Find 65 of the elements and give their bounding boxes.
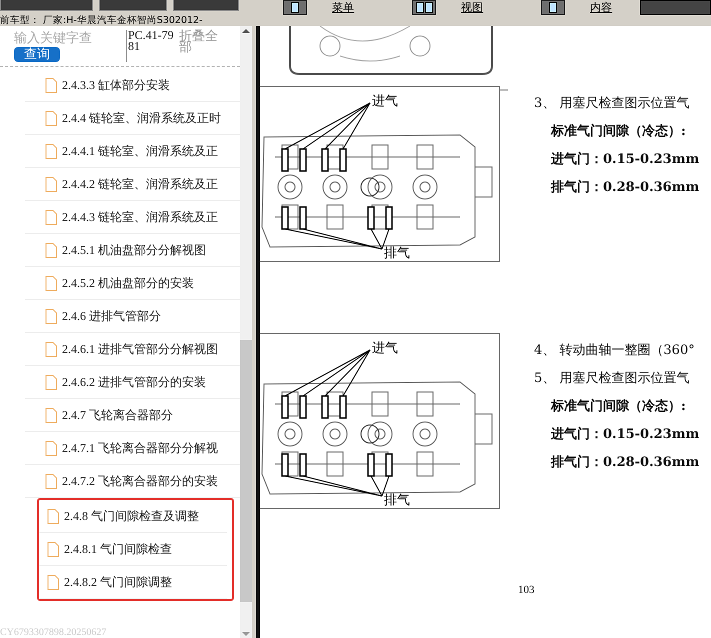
document-icon: [45, 210, 57, 224]
document-icon: [45, 242, 57, 258]
item-label: 2.4.3.3 缸体部分安装: [62, 76, 170, 94]
spec-text: 标准气门间隙（冷态）:: [550, 122, 687, 141]
document-icon: [45, 276, 57, 290]
item-label: 2.4.6 进排气管部分: [62, 308, 161, 324]
document-icon: [45, 408, 57, 422]
document-icon: [45, 176, 57, 192]
item-label: 2.4.8.2 气门间隙调整: [64, 574, 172, 590]
toolbar-button[interactable]: 内容: [590, 0, 640, 15]
document-icon: [45, 440, 57, 456]
window-icon[interactable]: [541, 0, 566, 15]
scroll-thumb[interactable]: [240, 340, 252, 602]
document-icon: [45, 374, 57, 390]
exhaust-label: 排气: [384, 246, 410, 261]
toolbar-button[interactable]: 视图: [461, 0, 512, 15]
split-view-icon[interactable]: [412, 0, 436, 15]
item-label: 2.4.4.1 链轮室、润滑系统及正: [62, 142, 218, 160]
document-icon: [47, 508, 59, 524]
document-icon: [47, 542, 59, 556]
spec-text: 进气门：0.15-0.23mm: [550, 426, 700, 444]
scroll-down-icon[interactable]: [241, 629, 251, 638]
document-icon: [47, 574, 59, 590]
item-label: 2.4.5.2 机油盘部分的安装: [62, 274, 194, 292]
item-label: 2.4.7 飞轮离合器部分: [62, 406, 173, 424]
spec-text: 排气门：0.28-0.36mm: [550, 178, 700, 197]
document-icon: [45, 474, 57, 488]
document-icon: [45, 342, 57, 356]
vehicle-model-text: 前车型： 厂家:H-华晨汽车金杯智尚S302012-: [0, 15, 204, 26]
item-label: 2.4.8.1 气门间隙检查: [64, 540, 172, 558]
toolbar-button[interactable]: 菜单: [332, 0, 382, 15]
scrollbar[interactable]: [240, 26, 252, 638]
item-label: 2.4.4.3 链轮室、润滑系统及正: [62, 208, 218, 226]
document-icon: [45, 110, 57, 126]
tree-item[interactable]: 2.4.8 气门间隙检查及调整: [39, 500, 227, 533]
instruction-text: 5、 用塞尺检查图示位置气: [534, 370, 690, 388]
spec-text: 排气门：0.28-0.36mm: [550, 454, 700, 472]
query-button[interactable]: 查询: [14, 47, 60, 62]
item-label: 2.4.4 链轮室、润滑系统及正时: [62, 110, 221, 126]
item-label: 2.4.7.1 飞轮离合器部分分解视: [62, 440, 218, 456]
intake-label: 进气: [372, 341, 398, 356]
document-icon: [45, 308, 57, 324]
toolbar-button[interactable]: [640, 0, 711, 15]
window-icon[interactable]: [283, 0, 308, 15]
document-icon: [45, 78, 57, 92]
item-label: 2.4.5.1 机油盘部分分解视图: [62, 242, 206, 258]
intake-label: 进气: [372, 94, 398, 109]
tree-item[interactable]: 2.4.8.2 气门间隙调整: [39, 566, 227, 599]
spec-text: 标准气门间隙（冷态）:: [550, 398, 687, 416]
toolbar-button[interactable]: [173, 0, 240, 11]
page-number: 103: [518, 584, 536, 596]
document-icon: [45, 144, 57, 158]
tree-item[interactable]: 2.4.8.1 气门间隙检查: [39, 533, 227, 566]
toolbar-button[interactable]: [99, 0, 168, 11]
instruction-text: 3、 用塞尺检查图示位置气: [534, 95, 690, 113]
item-label: 2.4.8 气门间隙检查及调整: [64, 508, 199, 524]
toolbar-button[interactable]: [0, 0, 94, 11]
item-label: 2.4.6.1 进排气管部分分解视图: [62, 340, 218, 358]
item-label: 2.4.6.2 进排气管部分的安装: [62, 374, 206, 390]
code-text: PC.41-7981: [126, 30, 174, 62]
instruction-text: 4、 转动曲轴一整圈（360°: [534, 342, 696, 360]
item-label: 2.4.7.2 飞轮离合器部分的安装: [62, 472, 218, 490]
item-label: 2.4.4.2 链轮室、润滑系统及正: [62, 176, 218, 192]
spec-text: 进气门：0.15-0.23mm: [550, 150, 700, 169]
exhaust-label: 排气: [384, 493, 410, 508]
